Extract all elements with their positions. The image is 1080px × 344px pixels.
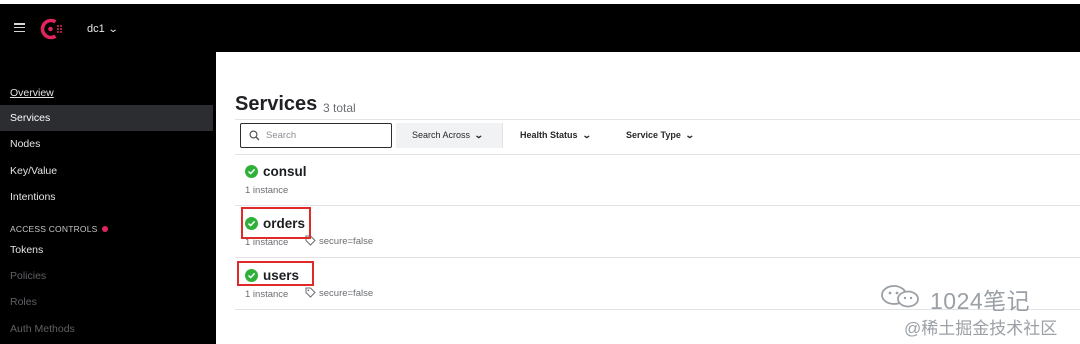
highlight-box-users (237, 261, 314, 286)
status-dot-icon (101, 225, 108, 232)
service-row-orders[interactable]: orders 1 instance secure=false (235, 206, 1080, 258)
search-icon (249, 130, 260, 141)
instance-count: 1 instance (245, 289, 289, 300)
datacenter-label: dc1 (87, 23, 105, 35)
tag-label: secure=false (319, 236, 374, 248)
chevron-down-icon: ⌄ (107, 24, 119, 35)
search-across-dropdown[interactable]: Search Across ⌄ (396, 123, 503, 148)
service-type-dropdown[interactable]: Service Type ⌄ (626, 123, 695, 148)
highlight-box-orders (241, 207, 311, 239)
watermark-title: 1024笔记 (930, 288, 1031, 314)
instance-count: 1 instance (245, 185, 289, 196)
service-tag: secure=false (305, 235, 374, 248)
sidebar-item-roles[interactable]: Roles (0, 289, 213, 315)
access-controls-label: ACCESS CONTROLS (10, 224, 98, 234)
access-controls-heading: ACCESS CONTROLS (10, 224, 108, 234)
sidebar-item-auth-methods[interactable]: Auth Methods (0, 316, 213, 342)
sidebar-item-overview[interactable]: Overview (0, 80, 213, 106)
datacenter-dropdown[interactable]: dc1 ⌄ (87, 23, 119, 35)
sidebar: Overview Services Nodes Key/Value Intent… (0, 52, 216, 344)
sidebar-item-intentions[interactable]: Intentions (0, 184, 213, 210)
watermark-subtitle: @稀土掘金技术社区 (904, 319, 1058, 338)
search-field[interactable] (240, 123, 392, 148)
chevron-down-icon: ⌄ (684, 130, 695, 140)
search-input[interactable] (266, 128, 386, 143)
tag-icon (305, 287, 316, 298)
service-tag: secure=false (305, 287, 374, 300)
sidebar-item-tokens[interactable]: Tokens (0, 237, 213, 263)
sidebar-item-services[interactable]: Services (0, 105, 213, 131)
top-navigation-bar: dc1 ⌄ (0, 4, 1080, 52)
chevron-down-icon: ⌄ (473, 130, 484, 140)
health-status-label: Health Status (520, 130, 578, 140)
service-name[interactable]: consul (263, 164, 307, 179)
chevron-down-icon: ⌄ (581, 130, 592, 140)
page-title: Services (235, 93, 318, 115)
service-type-label: Service Type (626, 130, 681, 140)
hamburger-menu-icon[interactable] (14, 23, 25, 33)
search-across-label: Search Across (412, 130, 471, 140)
service-row-consul[interactable]: consul 1 instance (235, 154, 1080, 206)
sidebar-item-key-value[interactable]: Key/Value (0, 158, 213, 184)
consul-logo[interactable] (37, 18, 65, 40)
tag-label: secure=false (319, 288, 374, 300)
health-status-dropdown[interactable]: Health Status ⌄ (520, 123, 592, 148)
service-count: 3 total (323, 101, 356, 115)
wechat-icon (881, 285, 919, 308)
sidebar-item-policies[interactable]: Policies (0, 263, 213, 289)
sidebar-item-nodes[interactable]: Nodes (0, 131, 213, 157)
passing-check-icon (245, 165, 258, 178)
